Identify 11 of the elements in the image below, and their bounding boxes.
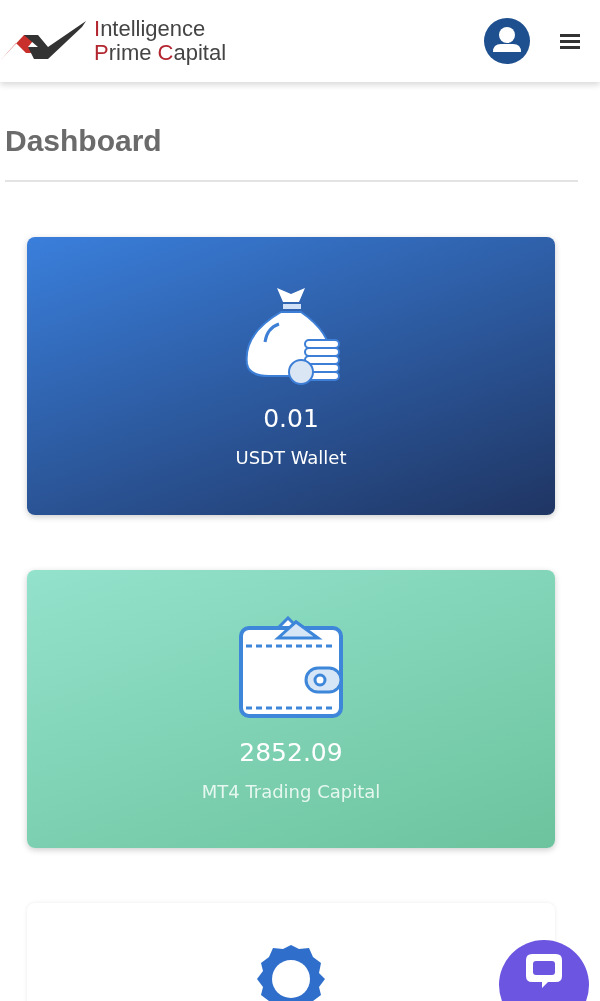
dashboard-card[interactable]: 0.01 USDT Wallet — [27, 237, 555, 515]
logo-text: Prime Capital — [94, 41, 227, 65]
badge-icon — [255, 943, 327, 1001]
card-label: MT4 Trading Capital — [201, 781, 381, 802]
card-value: 2852.09 — [239, 738, 343, 767]
card-label: USDT Wallet — [235, 447, 347, 468]
user-avatar-icon[interactable] — [484, 18, 530, 64]
menu-icon[interactable] — [560, 33, 580, 49]
card-value: 0.01 — [263, 404, 319, 433]
page-title: Dashboard — [5, 82, 578, 182]
logo-text: Intelligence — [94, 17, 207, 41]
